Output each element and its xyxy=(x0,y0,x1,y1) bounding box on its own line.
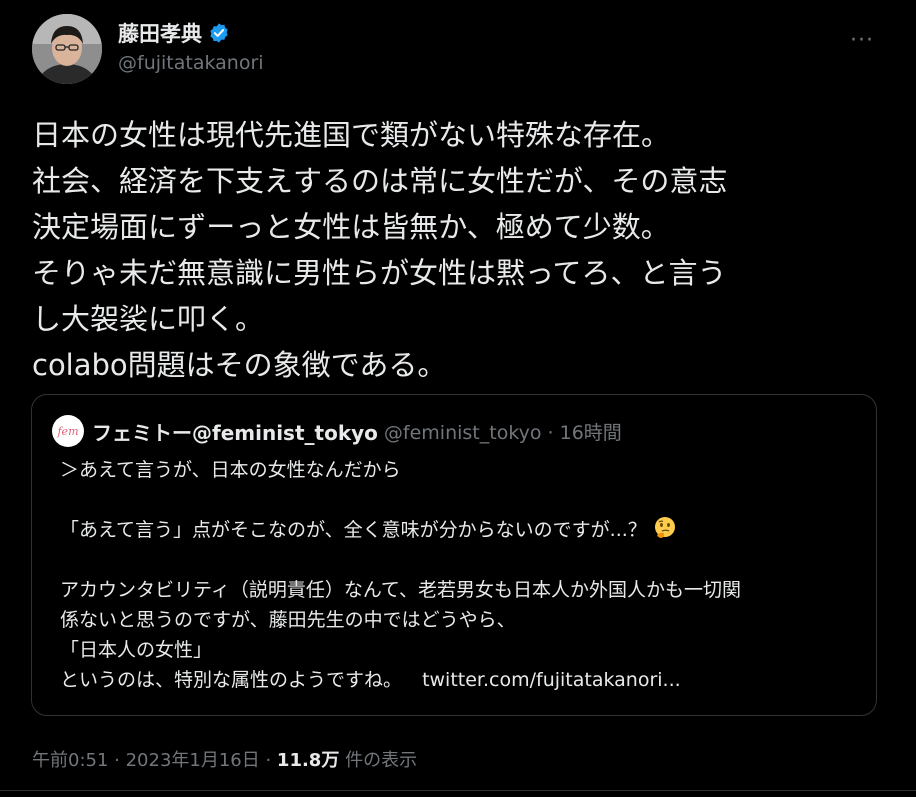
verified-badge-icon xyxy=(210,23,228,43)
tweet-line: そりゃ未だ無意識に男性らが女性は黙ってろ、と言う xyxy=(32,256,727,290)
quoted-line: 「日本人の女性」 xyxy=(60,639,213,661)
views-label: 件の表示 xyxy=(339,750,418,771)
avatar-photo xyxy=(32,14,102,84)
quoted-author-handle-time: @feminist_tokyo · 16時間 xyxy=(383,421,622,444)
author-avatar[interactable] xyxy=(32,14,102,84)
views-count: 11.8万 xyxy=(276,750,340,771)
divider xyxy=(0,790,916,791)
quoted-line: 係ないと思うのですが、藤田先生の中ではどうやら、 xyxy=(60,609,516,631)
author-handle[interactable]: @fujitatakanori xyxy=(118,52,264,74)
author-display-name[interactable]: 藤田孝典 xyxy=(118,18,202,48)
quoted-tweet-body: ＞あえて言うが、日本の女性なんだから 「あえて言う」点がそこなのが、全く意味が分… xyxy=(60,455,870,695)
tweet-meta: 午前0:51 · 2023年1月16日 · 11.8万 件の表示 xyxy=(32,746,417,772)
tweet-line: 日本の女性は現代先進国で類がない特殊な存在。 xyxy=(32,118,671,152)
quoted-author-name[interactable]: フェミトー@feminist_tokyo xyxy=(92,417,378,446)
quoted-line-with-emoji: 「あえて言う」点がそこなのが、全く意味が分からないのですが...？ xyxy=(60,515,870,545)
tweet-line: し大袈裟に叩く。 xyxy=(32,302,265,336)
quoted-line: ＞あえて言うが、日本の女性なんだから xyxy=(60,459,401,481)
author-name-row[interactable]: 藤田孝典 xyxy=(118,18,230,48)
quoted-line: 「あえて言う」点がそこなのが、全く意味が分からないのですが...？ xyxy=(60,519,647,541)
more-options-icon[interactable]: ··· xyxy=(850,28,874,53)
tweet-text: 日本の女性は現代先進国で類がない特殊な存在。 社会、経済を下支えするのは常に女性… xyxy=(32,112,892,388)
quoted-line: というのは、特別な属性のようですね。 xyxy=(60,669,403,691)
quoted-avatar-logo: fem xyxy=(57,424,79,438)
thinking-face-icon xyxy=(654,517,675,538)
quoted-line-with-link: というのは、特別な属性のようですね。 twitter.com/fujitatak… xyxy=(60,665,870,695)
quoted-author-avatar[interactable]: fem xyxy=(52,415,84,447)
quoted-line: アカウンタビリティ（説明責任）なんて、老若男女も日本人か外国人かも一切関 xyxy=(60,579,741,601)
tweet-header: 藤田孝典 @fujitatakanori ··· xyxy=(32,14,896,92)
quoted-tweet-card[interactable]: fem フェミトー@feminist_tokyo @feminist_tokyo… xyxy=(31,394,877,716)
tweet-line: colabo問題はその象徴である。 xyxy=(32,348,447,382)
tweet-timestamp[interactable]: 午前0:51 · 2023年1月16日 · xyxy=(32,750,277,771)
tweet-line: 社会、経済を下支えするのは常に女性だが、その意志 xyxy=(32,164,728,198)
tweet-line: 決定場面にずーっと女性は皆無か、極めて少数。 xyxy=(32,210,670,244)
quoted-tweet-header: fem フェミトー@feminist_tokyo @feminist_tokyo… xyxy=(52,415,622,447)
quoted-link[interactable]: twitter.com/fujitatakanori... xyxy=(422,669,681,691)
